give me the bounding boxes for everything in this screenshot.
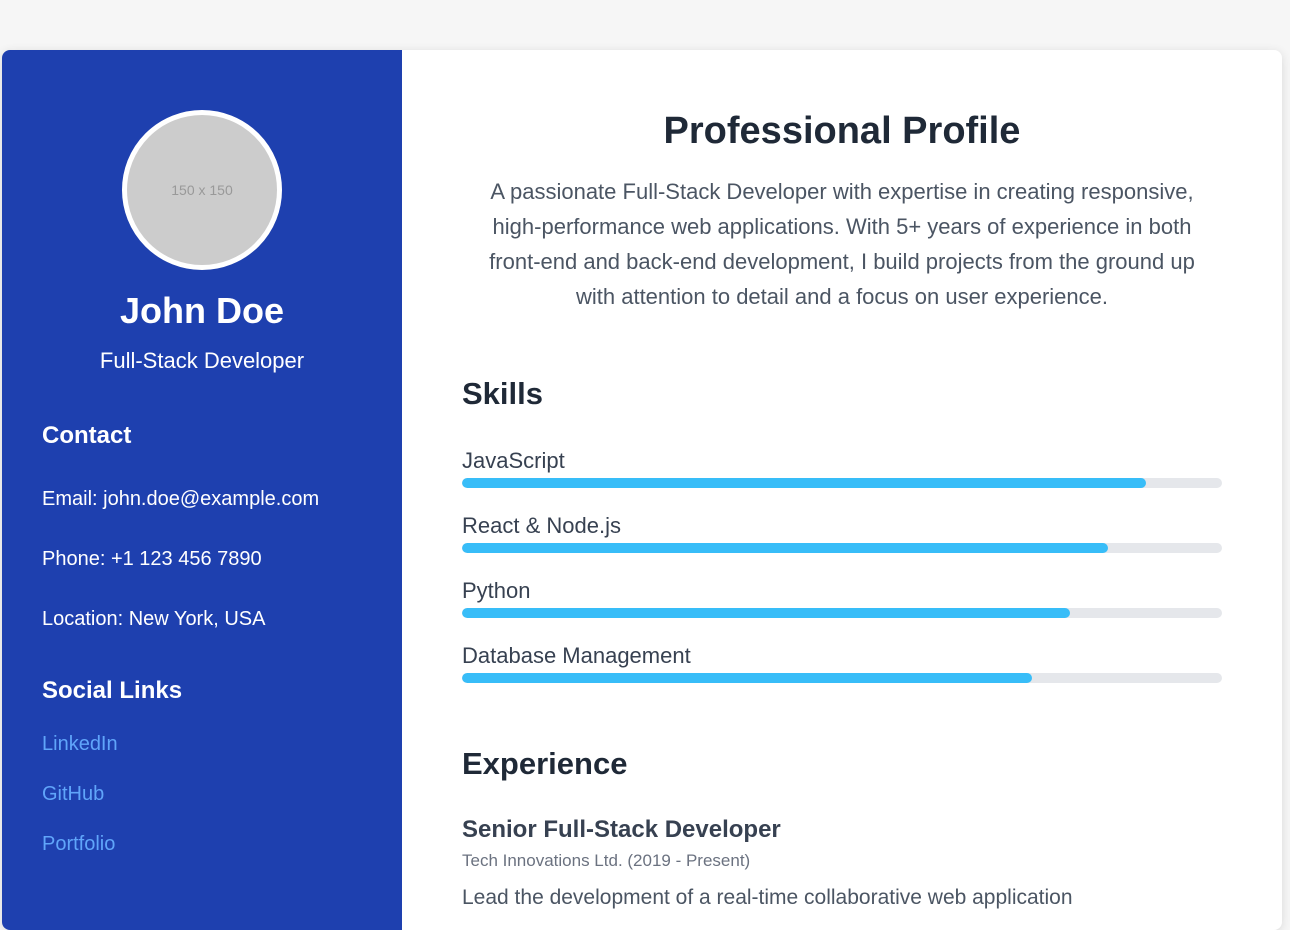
skill-name: React & Node.js [462, 513, 621, 538]
sidebar: 150 x 150 John Doe Full-Stack Developer … [2, 50, 402, 930]
profile-title: Professional Profile [663, 110, 1021, 152]
skill-name: JavaScript [462, 448, 565, 473]
skill-item: Database Management [462, 643, 1222, 683]
avatar-placeholder-text: 150 x 150 [171, 182, 233, 198]
github-link[interactable]: GitHub [42, 783, 104, 806]
experience-heading: Experience [462, 746, 628, 781]
skill-bar-track [462, 673, 1222, 683]
resume-card: 150 x 150 John Doe Full-Stack Developer … [2, 50, 1282, 930]
skill-item: Python [462, 578, 1222, 618]
job-company-dates: Tech Innovations Ltd. (2019 - Present) [462, 851, 751, 870]
skill-bar-track [462, 478, 1222, 488]
portfolio-link[interactable]: Portfolio [42, 833, 115, 856]
skill-bar-track [462, 608, 1222, 618]
skill-bar-fill [462, 543, 1108, 553]
skill-name: Python [462, 578, 531, 603]
avatar: 150 x 150 [122, 110, 282, 270]
main-content: Professional Profile A passionate Full-S… [402, 50, 1282, 930]
linkedin-link[interactable]: LinkedIn [42, 733, 118, 756]
contact-heading: Contact [42, 422, 132, 449]
skill-bar-fill [462, 478, 1146, 488]
job-title: Senior Full-Stack Developer [462, 816, 781, 843]
skill-item: React & Node.js [462, 513, 1222, 553]
profile-name: John Doe [119, 290, 284, 331]
skills-heading: Skills [462, 376, 543, 411]
profile-role: Full-Stack Developer [99, 348, 305, 373]
skill-item: JavaScript [462, 448, 1222, 488]
skill-bar-track [462, 543, 1222, 553]
contact-location: Location: New York, USA [42, 608, 266, 630]
contact-phone: Phone: +1 123 456 7890 [42, 548, 262, 570]
profile-summary: A passionate Full-Stack Developer with e… [489, 179, 1195, 309]
skill-bar-fill [462, 608, 1070, 618]
contact-email: Email: john.doe@example.com [42, 488, 320, 510]
social-links-heading: Social Links [42, 677, 183, 704]
skill-name: Database Management [462, 643, 691, 668]
skill-bar-fill [462, 673, 1032, 683]
job-description: Lead the development of a real-time coll… [462, 886, 1073, 909]
